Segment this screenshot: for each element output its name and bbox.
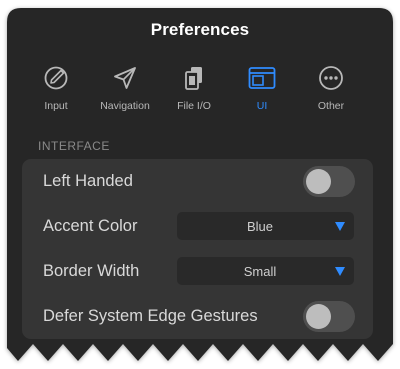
- tab-other-label: Other: [317, 100, 345, 112]
- border-width-select[interactable]: Small: [177, 257, 354, 285]
- setting-label: Accent Color: [43, 217, 138, 235]
- tab-bar: Input Navigation File I/O UI Other: [7, 63, 393, 119]
- section-header: INTERFACE: [38, 139, 110, 153]
- setting-label: Border Width: [43, 262, 140, 280]
- left-handed-toggle[interactable]: [303, 166, 355, 197]
- setting-label: Left Handed: [43, 172, 133, 190]
- ellipsis-circle-icon: [319, 66, 343, 90]
- accent-color-select[interactable]: Blue: [177, 212, 354, 240]
- pencil-circle-icon: [44, 66, 68, 90]
- tab-other[interactable]: Other: [291, 63, 371, 119]
- paper-plane-icon: [114, 67, 136, 89]
- preferences-popover: Preferences Input Navigation File I/O UI…: [7, 8, 393, 361]
- setting-row-left-handed: Left Handed: [22, 159, 373, 204]
- setting-row-border-width: Border Width Small: [22, 249, 373, 294]
- setting-row-accent-color: Accent Color Blue: [22, 204, 373, 249]
- setting-label: Defer System Edge Gestures: [43, 307, 258, 325]
- select-value: Blue: [246, 219, 274, 234]
- files-icon: [185, 67, 202, 90]
- window-layout-icon: [248, 67, 276, 89]
- popover-title: Preferences: [150, 20, 250, 39]
- dropdown-arrow-icon: [335, 267, 345, 276]
- toggle-knob: [306, 169, 331, 194]
- dropdown-arrow-icon: [335, 222, 345, 231]
- settings-group: Left Handed Accent Color Blue Border Wid…: [22, 159, 373, 339]
- setting-row-defer-gestures: Defer System Edge Gestures: [22, 294, 373, 339]
- defer-gestures-toggle[interactable]: [303, 301, 355, 332]
- toggle-knob: [306, 304, 331, 329]
- select-value: Small: [243, 264, 277, 279]
